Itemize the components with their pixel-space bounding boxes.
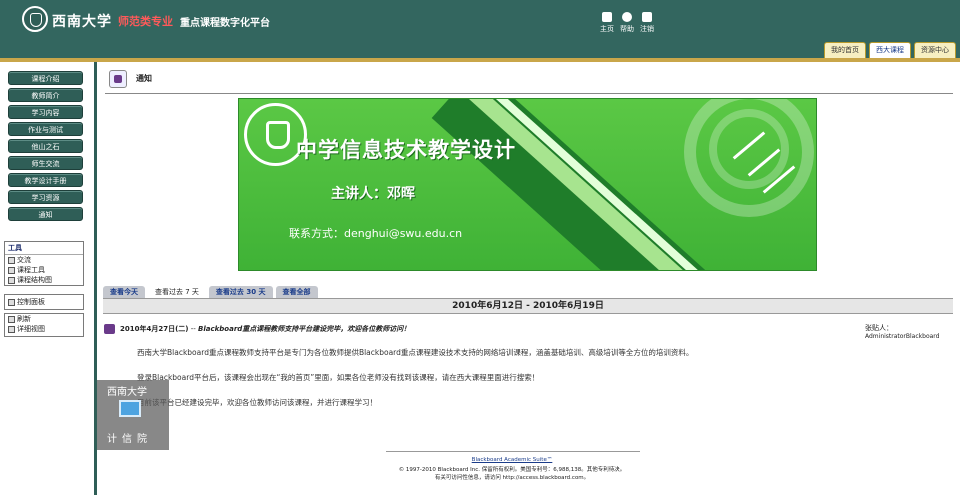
menu-homework-tests[interactable]: 作业与测试	[8, 122, 83, 136]
help-link[interactable]: 帮助	[616, 12, 638, 34]
map-icon	[8, 276, 15, 284]
computer-icon	[119, 400, 141, 417]
logout-icon	[642, 12, 652, 22]
announcement-paragraph: 目前该平台已经建设完毕，欢迎各位教师访问该课程，并进行课程学习！	[137, 398, 377, 407]
main-content: 通知 中学信息技术教学设计 主讲人：邓晖 联系方式：denghui@swu.ed…	[97, 62, 960, 495]
menu-other-stones[interactable]: 他山之石	[8, 139, 83, 153]
watermark-overlay: 西南大学 计信院	[97, 380, 169, 450]
school-name: 西南大学	[52, 14, 112, 30]
help-icon	[622, 12, 632, 22]
tab-resource-center[interactable]: 资源中心	[914, 42, 956, 58]
control-panel-box: 控制面板	[4, 294, 84, 310]
announcement-separator: --	[188, 325, 199, 333]
help-label: 帮助	[620, 25, 634, 33]
blackboard-suite-link[interactable]: Blackboard Academic Suite™	[357, 457, 667, 463]
detail-view-link[interactable]: 详细视图	[5, 324, 83, 334]
menu-design-handbook[interactable]: 教学设计手册	[8, 173, 83, 187]
announcement-date: 2010年4月27日(二)	[120, 325, 189, 333]
title-divider	[105, 93, 953, 94]
tab-all[interactable]: 查看全部	[275, 286, 318, 298]
banner-host: 主讲人：邓晖	[331, 186, 415, 202]
announcement-header: 2010年4月27日(二) -- Blackboard重点课程教师支持平台建设完…	[120, 324, 410, 334]
home-link[interactable]: 主页	[596, 12, 618, 34]
home-label: 主页	[600, 25, 614, 33]
site-title: 重点课程数字化平台	[180, 18, 270, 29]
course-menu: 课程介绍 教师简介 学习内容 作业与测试 他山之石 师生交流 教学设计手册 学习…	[8, 71, 84, 224]
menu-communication[interactable]: 师生交流	[8, 156, 83, 170]
accessibility-text: 有关可访问性信息，请访问 http://access.blackboard.co…	[434, 475, 590, 481]
copyright-text: © 1997-2010 Blackboard Inc. 保留所有权利。美国专利号…	[398, 467, 626, 473]
watermark-bottom: 计信院	[107, 434, 152, 445]
tab-last-7-days[interactable]: 查看过去 7 天	[148, 286, 206, 298]
banner-title: 中学信息技术教学设计	[296, 138, 516, 162]
tool-course-map-label: 课程结构图	[17, 276, 52, 284]
tool-course-tools-label: 课程工具	[17, 266, 45, 274]
control-panel-link[interactable]: 控制面板	[5, 295, 83, 309]
menu-learning-resources[interactable]: 学习资源	[8, 190, 83, 204]
tab-swu-courses[interactable]: 西大课程	[869, 42, 911, 58]
poster-name: AdministratorBlackboard	[865, 333, 940, 340]
tool-chat-label: 交流	[17, 256, 31, 264]
footer-divider	[386, 451, 640, 452]
watermark-top: 西南大学	[107, 387, 147, 398]
control-panel-icon	[8, 298, 15, 306]
logout-link[interactable]: 注销	[636, 12, 658, 34]
logout-label: 注销	[640, 25, 654, 33]
notice-icon	[109, 70, 127, 88]
university-logo	[22, 6, 48, 32]
home-icon	[602, 12, 612, 22]
menu-notices[interactable]: 通知	[8, 207, 83, 221]
announcement-paragraph: 西南大学Blackboard重点课程教师支持平台是专门为各位教师提供Blackb…	[137, 348, 694, 357]
refresh-label: 刷新	[17, 315, 31, 323]
page-title: 通知	[136, 74, 152, 83]
date-filter-tabs: 查看今天 查看过去 7 天 查看过去 30 天 查看全部	[103, 286, 318, 298]
announcement-icon	[104, 324, 115, 334]
top-tabs: 我的首页 西大课程 资源中心	[824, 42, 956, 58]
announcement-paragraph: 登录Blackboard平台后，该课程会出现在“我的首页”里面，如果各位老师没有…	[137, 373, 540, 382]
chat-icon	[8, 256, 15, 264]
tools-icon	[8, 266, 15, 274]
refresh-link[interactable]: 刷新	[5, 314, 83, 324]
site-title-highlight: 师范类专业	[118, 15, 173, 28]
refresh-icon	[8, 315, 15, 323]
tool-chat[interactable]: 交流	[5, 255, 83, 265]
menu-teacher-intro[interactable]: 教师简介	[8, 88, 83, 102]
poster-label: 张贴人：	[865, 324, 893, 332]
course-sidebar: 课程介绍 教师简介 学习内容 作业与测试 他山之石 师生交流 教学设计手册 学习…	[0, 62, 94, 495]
detail-view-icon	[8, 325, 15, 333]
date-range: 2010年6月12日 - 2010年6月19日	[103, 298, 953, 314]
tool-course-tools[interactable]: 课程工具	[5, 265, 83, 275]
tab-today[interactable]: 查看今天	[103, 286, 145, 298]
course-banner: 中学信息技术教学设计 主讲人：邓晖 联系方式：denghui@swu.edu.c…	[238, 98, 817, 271]
tab-my-home[interactable]: 我的首页	[824, 42, 866, 58]
tools-panel: 工具 交流 课程工具 课程结构图	[4, 241, 84, 286]
detail-view-label: 详细视图	[17, 325, 45, 333]
menu-course-intro[interactable]: 课程介绍	[8, 71, 83, 85]
banner-contact: 联系方式：denghui@swu.edu.cn	[289, 227, 463, 240]
tools-title: 工具	[5, 242, 83, 255]
announcement-subject: Blackboard重点课程教师支持平台建设完毕，欢迎各位教师访问！	[198, 325, 411, 333]
control-panel-label: 控制面板	[17, 298, 45, 306]
menu-learning-content[interactable]: 学习内容	[8, 105, 83, 119]
view-options-box: 刷新 详细视图	[4, 313, 84, 337]
tab-last-30-days[interactable]: 查看过去 30 天	[208, 286, 273, 298]
tool-course-map[interactable]: 课程结构图	[5, 275, 83, 285]
header-bar: 西南大学 师范类专业 重点课程数字化平台 主页 帮助 注销 我的首页 西大课程 …	[0, 0, 960, 58]
